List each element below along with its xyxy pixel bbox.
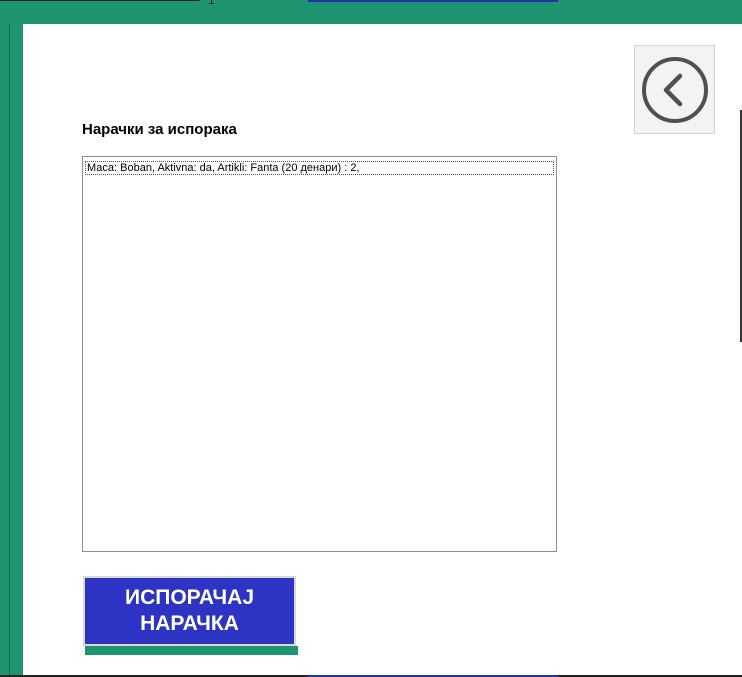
list-item[interactable]: Маса: Boban, Aktivna: da, Artikli: Fanta… xyxy=(85,161,554,175)
deliver-button-line2: НАРАЧКА xyxy=(140,612,239,635)
deliver-button-line1: ИСПОРАЧАЈ xyxy=(124,586,254,609)
top-blue-strip xyxy=(308,0,558,2)
left-border-edge xyxy=(9,24,10,677)
deliver-button-underline xyxy=(85,646,298,655)
chevron-left-circle-icon xyxy=(640,55,710,125)
window-left-border xyxy=(0,24,23,677)
back-button[interactable] xyxy=(634,45,715,134)
deliver-order-button[interactable]: ИСПОРАЧАЈ НАРАЧКА xyxy=(83,576,296,646)
window-title-fragment: 1 xyxy=(208,0,215,7)
orders-listbox[interactable]: Маса: Boban, Aktivna: da, Artikli: Fanta… xyxy=(82,156,557,552)
orders-label: Нарачки за испорака xyxy=(82,121,237,138)
top-divider xyxy=(0,0,200,1)
window-top-bar: 1 xyxy=(0,0,742,24)
